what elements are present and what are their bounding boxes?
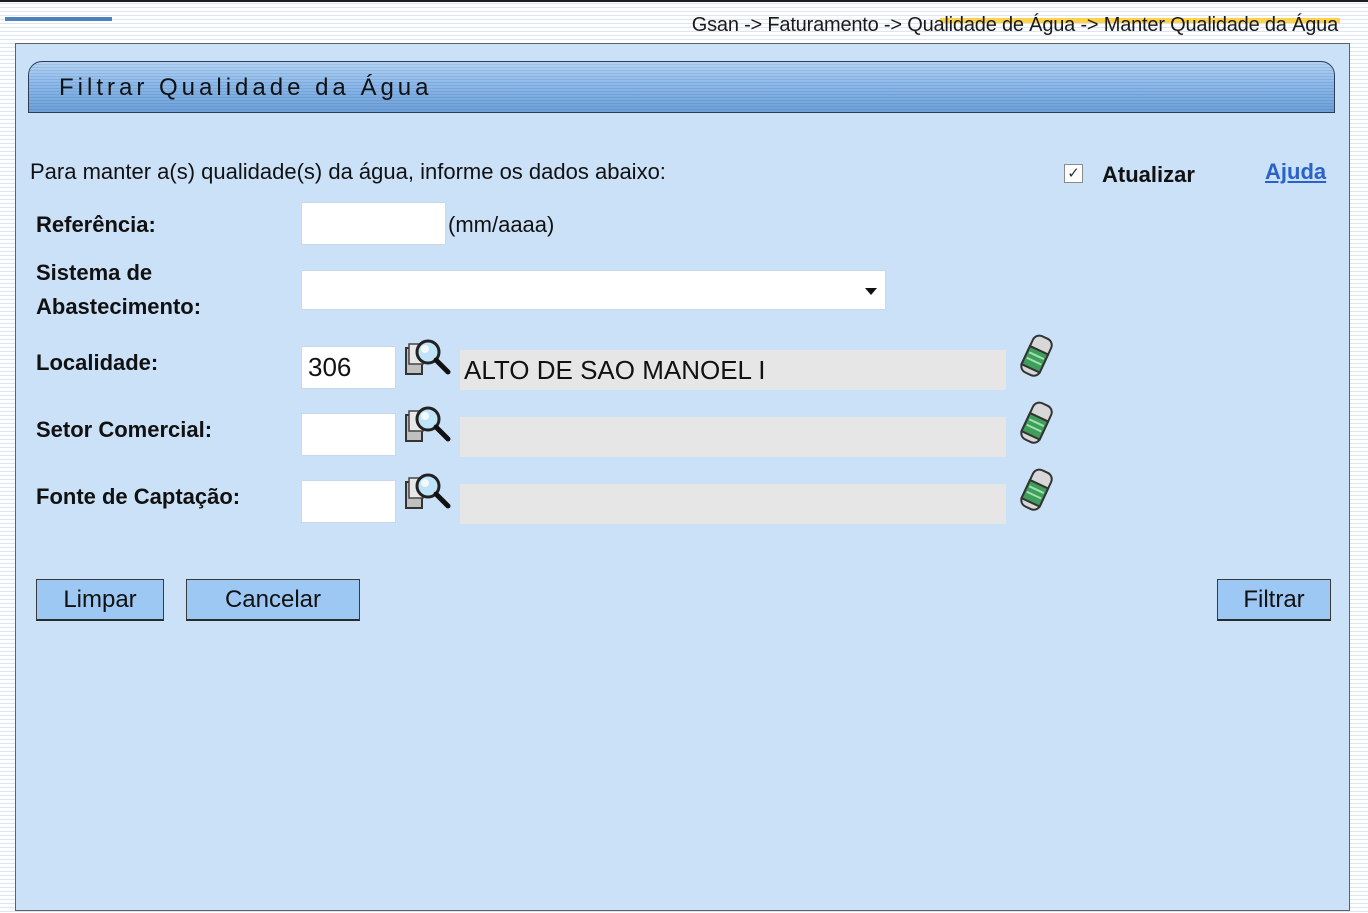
setor-comercial-eraser-icon[interactable]: [1016, 401, 1058, 447]
filter-panel: Filtrar Qualidade da Água Para manter a(…: [15, 43, 1350, 911]
sistema-abastecimento-select[interactable]: [301, 270, 886, 310]
setor-comercial-search-icon[interactable]: [404, 405, 458, 445]
atualizar-checkbox[interactable]: ✓: [1064, 164, 1083, 183]
top-left-tab-marker: [5, 17, 112, 21]
referencia-format-hint: (mm/aaaa): [448, 212, 555, 237]
fonte-captacao-search-icon[interactable]: [404, 472, 458, 512]
setor-comercial-label: Setor Comercial:: [36, 417, 213, 442]
chevron-down-icon: [865, 288, 877, 295]
fonte-captacao-label: Fonte de Captação:: [36, 484, 241, 509]
sistema-label-line2: Abastecimento:: [36, 294, 202, 319]
limpar-button[interactable]: Limpar: [36, 579, 164, 621]
localidade-eraser-icon[interactable]: [1016, 334, 1058, 380]
fonte-captacao-code-input[interactable]: [301, 480, 396, 523]
intro-text: Para manter a(s) qualidade(s) da água, i…: [30, 159, 666, 184]
sistema-label-line1: Sistema de: [36, 260, 153, 285]
atualizar-label: Atualizar: [1102, 162, 1195, 187]
fonte-captacao-eraser-icon[interactable]: [1016, 468, 1058, 514]
check-icon: ✓: [1067, 165, 1080, 182]
panel-title-bar: Filtrar Qualidade da Água: [28, 61, 1335, 113]
localidade-code-input[interactable]: [301, 346, 396, 389]
panel-title: Filtrar Qualidade da Água: [59, 74, 433, 101]
localidade-description: ALTO DE SAO MANOEL I: [460, 350, 1006, 390]
setor-comercial-code-input[interactable]: [301, 413, 396, 456]
ajuda-link[interactable]: Ajuda: [1265, 159, 1326, 185]
cancelar-button[interactable]: Cancelar: [186, 579, 360, 621]
filtrar-button[interactable]: Filtrar: [1217, 579, 1331, 621]
top-border-line: [0, 0, 1368, 2]
breadcrumb: Gsan -> Faturamento -> Qualidade de Água…: [691, 14, 1338, 36]
setor-comercial-description: [460, 417, 1006, 457]
referencia-label: Referência:: [36, 212, 156, 237]
referencia-input[interactable]: [301, 202, 446, 245]
fonte-captacao-description: [460, 484, 1006, 524]
localidade-label: Localidade:: [36, 350, 159, 375]
localidade-search-icon[interactable]: [404, 338, 458, 378]
